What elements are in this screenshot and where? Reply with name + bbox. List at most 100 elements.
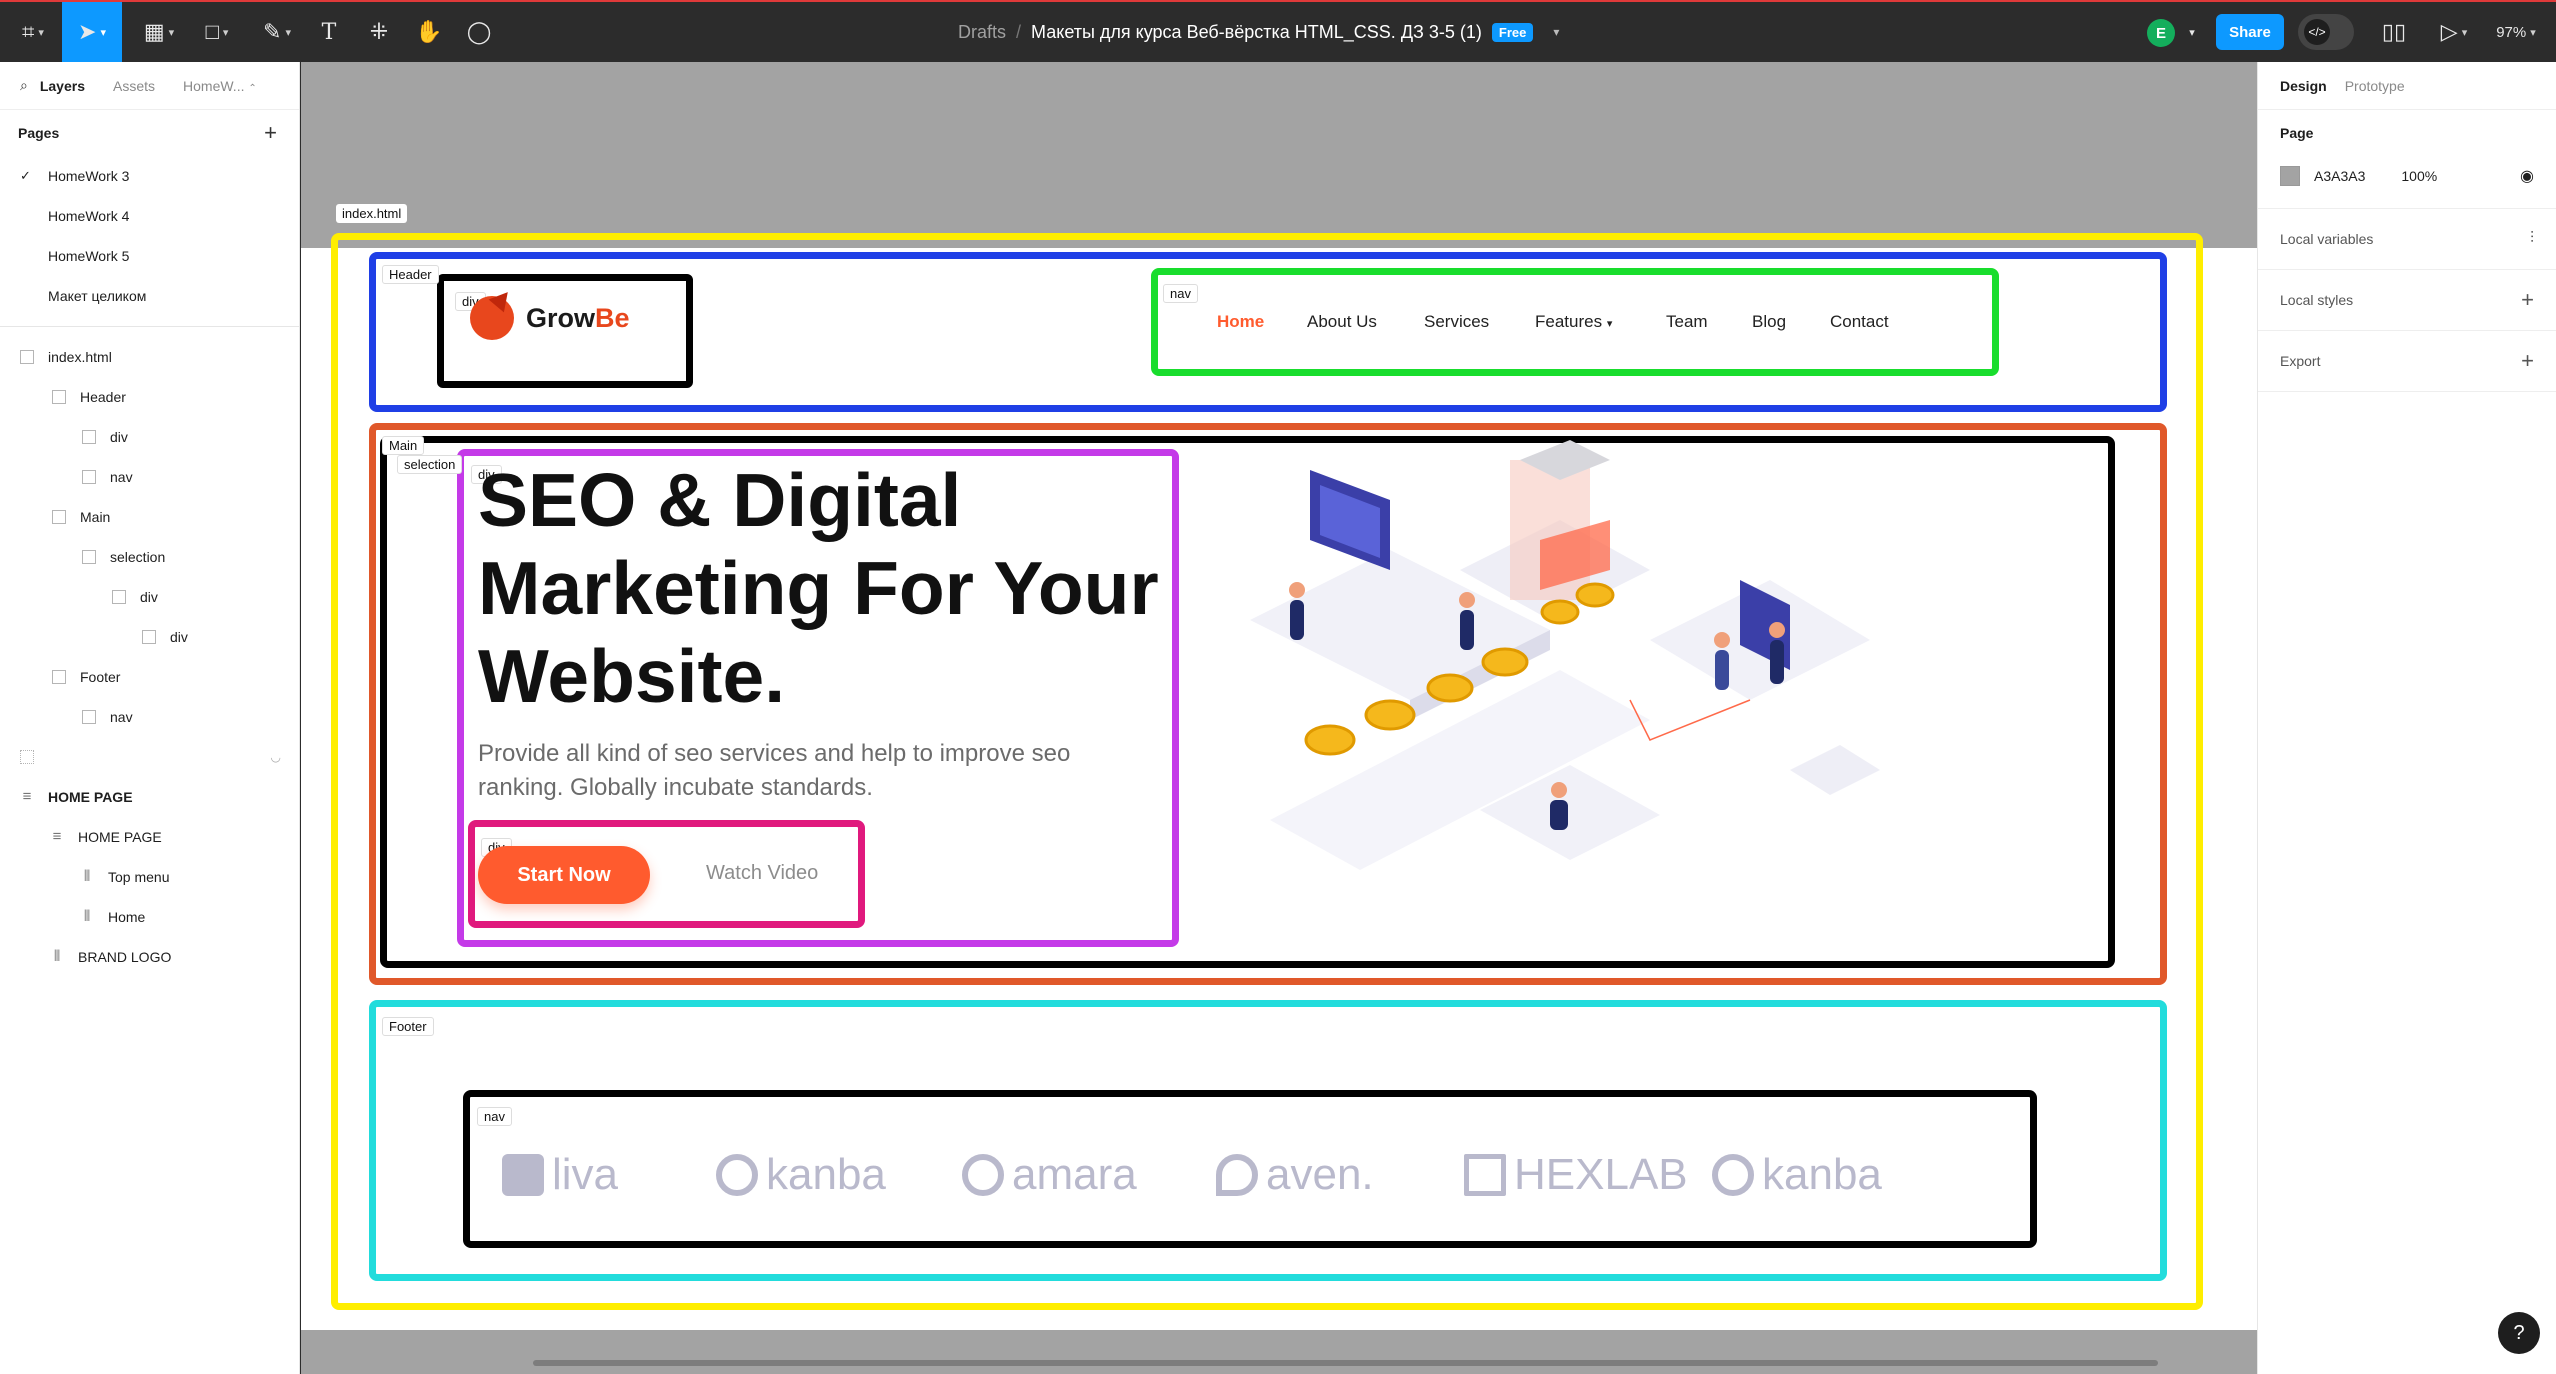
main-tag: Main — [382, 436, 425, 455]
nav-link-features[interactable]: Features ▾ — [1535, 312, 1612, 332]
kanba-logo-icon — [1712, 1154, 1754, 1196]
frame-layer-icon — [52, 390, 66, 404]
move-tool-button[interactable]: ➤ ▾ — [62, 2, 122, 62]
chevron-down-icon[interactable]: ▾ — [1553, 25, 1559, 39]
eye-closed-icon[interactable]: ◡ — [271, 750, 281, 764]
partner-logo-amara[interactable]: amara — [962, 1150, 1137, 1200]
frame-layer-icon — [52, 510, 66, 524]
layer-item[interactable]: nav — [0, 457, 299, 497]
local-styles-section[interactable]: Local styles + — [2258, 270, 2556, 331]
layer-item[interactable]: selection — [0, 537, 299, 577]
tab-design[interactable]: Design — [2280, 78, 2327, 94]
nav-link-about[interactable]: About Us — [1307, 312, 1377, 332]
frame-label[interactable]: index.html — [336, 204, 408, 223]
partner-logo-liva[interactable]: liva — [502, 1150, 618, 1200]
partner-logo-aven[interactable]: aven. — [1216, 1150, 1374, 1200]
search-icon[interactable]: ⌕ — [20, 77, 28, 94]
file-name[interactable]: Макеты для курса Веб-вёрстка HTML_CSS. Д… — [1031, 22, 1482, 43]
layer-item[interactable]: div — [0, 617, 299, 657]
horizontal-scrollbar[interactable] — [533, 1360, 2158, 1366]
section-icon: ≡ — [52, 828, 62, 845]
pen-tool-button[interactable]: ✎ ▾ — [254, 2, 300, 62]
sliders-icon[interactable]: ⫶ — [2530, 230, 2534, 248]
layer-item[interactable]: Footer — [0, 657, 299, 697]
page-fill-row[interactable]: A3A3A3 100% ◉ — [2280, 156, 2534, 196]
partner-logo-hexlab[interactable]: HEXLAB — [1464, 1150, 1688, 1200]
partner-name: aven. — [1266, 1150, 1374, 1199]
text-tool-button[interactable]: T — [312, 2, 346, 62]
present-button[interactable]: ▷ ▾ — [2432, 2, 2476, 62]
book-icon: ▯▯ — [2381, 19, 2407, 44]
tab-assets[interactable]: Assets — [113, 78, 155, 94]
page-fill-opacity[interactable]: 100% — [2401, 168, 2437, 184]
layer-item[interactable]: Header — [0, 377, 299, 417]
page-switcher-label: HomeW... — [183, 77, 245, 94]
add-page-icon[interactable]: + — [264, 120, 277, 146]
nav-link-contact[interactable]: Contact — [1830, 312, 1889, 332]
nav-link-blog[interactable]: Blog — [1752, 312, 1786, 332]
layer-item[interactable]: ⦀ Home — [0, 897, 299, 937]
chevron-down-icon[interactable]: ▾ — [2180, 2, 2204, 62]
nav-link-services[interactable]: Services — [1424, 312, 1489, 332]
partner-name: liva — [552, 1150, 619, 1199]
dev-mode-toggle[interactable]: </> — [2298, 14, 2354, 50]
layer-item[interactable]: ≡ HOME PAGE — [0, 777, 299, 817]
shape-tool-button[interactable]: □ ▾ — [194, 2, 240, 62]
page-item-homework-5[interactable]: HomeWork 5 — [0, 236, 299, 276]
page-item-homework-3[interactable]: ✓ HomeWork 3 — [0, 156, 299, 196]
library-button[interactable]: ▯▯ — [2376, 2, 2412, 62]
eye-icon[interactable]: ◉ — [2520, 166, 2534, 186]
layer-item[interactable]: ≡ HOME PAGE — [0, 817, 299, 857]
hand-icon: ✋ — [415, 19, 443, 44]
resources-button[interactable]: ⁜ — [362, 2, 396, 62]
partner-logo-kanba[interactable]: kanba — [716, 1150, 886, 1200]
zoom-control[interactable]: 97% ▾ — [2486, 2, 2546, 62]
aven-logo-icon — [1216, 1154, 1258, 1196]
share-button[interactable]: Share — [2216, 14, 2284, 50]
liva-logo-icon — [502, 1154, 544, 1196]
layer-item[interactable]: div — [0, 417, 299, 457]
chevron-down-icon: ▾ — [100, 26, 106, 39]
components-icon: ⁜ — [369, 19, 389, 44]
plan-badge[interactable]: Free — [1491, 22, 1534, 42]
nav-link-home[interactable]: Home — [1217, 312, 1264, 332]
layer-item[interactable]: ⦀ BRAND LOGO — [0, 937, 299, 977]
page-fill-hex[interactable]: A3A3A3 — [2314, 168, 2365, 184]
layer-item[interactable]: Main — [0, 497, 299, 537]
main-menu-button[interactable]: ⌗ ▾ — [10, 2, 56, 62]
partner-name: kanba — [1762, 1150, 1882, 1199]
hand-tool-button[interactable]: ✋ — [412, 2, 446, 62]
watch-video-button[interactable]: Watch Video — [706, 862, 818, 885]
color-swatch[interactable] — [2280, 166, 2300, 186]
text-icon: T — [321, 19, 337, 45]
brand-logo[interactable]: GrowBe — [470, 296, 630, 340]
layer-item[interactable]: div — [0, 577, 299, 617]
tab-prototype[interactable]: Prototype — [2345, 78, 2405, 94]
export-section[interactable]: Export + — [2258, 331, 2556, 392]
breadcrumb-drafts[interactable]: Drafts — [958, 22, 1006, 43]
add-icon[interactable]: + — [2521, 348, 2534, 374]
tab-layers[interactable]: Layers — [40, 78, 85, 94]
page-item-full-layout[interactable]: Макет целиком — [0, 276, 299, 316]
comment-tool-button[interactable]: ◯ — [462, 2, 496, 62]
frame-tool-button[interactable]: ▦ ▾ — [136, 2, 182, 62]
layer-item[interactable]: index.html — [0, 337, 299, 377]
layer-label: index.html — [48, 349, 112, 365]
partner-name: amara — [1012, 1150, 1137, 1199]
left-panel-tabs: ⌕ Layers Assets HomeW... ⌃ — [0, 62, 299, 110]
add-icon[interactable]: + — [2521, 287, 2534, 313]
hidden-layer-row[interactable]: ◡ — [0, 737, 299, 777]
partner-logo-kanba-2[interactable]: kanba — [1712, 1150, 1882, 1200]
page-item-homework-4[interactable]: HomeWork 4 — [0, 196, 299, 236]
start-now-button[interactable]: Start Now — [478, 846, 650, 904]
avatar[interactable]: E — [2147, 19, 2175, 47]
hexlab-logo-icon — [1464, 1154, 1506, 1196]
chevron-down-icon: ▾ — [1606, 318, 1613, 330]
help-button[interactable]: ? — [2498, 1312, 2540, 1354]
growbe-logo-icon — [470, 296, 514, 340]
local-variables-section[interactable]: Local variables ⫶ — [2258, 209, 2556, 270]
layer-item[interactable]: nav — [0, 697, 299, 737]
nav-link-team[interactable]: Team — [1666, 312, 1708, 332]
layer-item[interactable]: ⦀ Top menu — [0, 857, 299, 897]
tab-page-switcher[interactable]: HomeW... ⌃ — [183, 78, 257, 94]
